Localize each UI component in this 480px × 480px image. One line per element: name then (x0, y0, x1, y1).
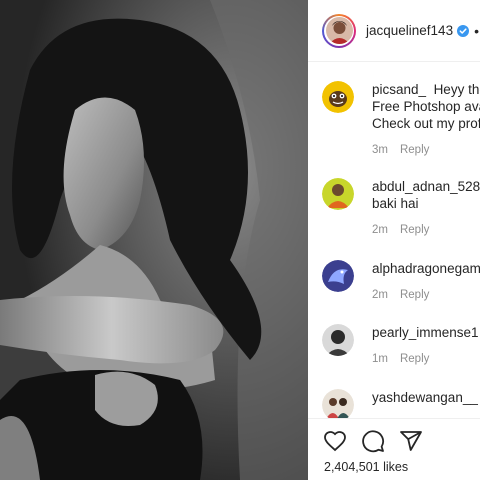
comment-username[interactable]: pearly_immense1 (372, 324, 480, 341)
verified-badge-icon (457, 24, 470, 37)
reply-button[interactable]: Reply (400, 353, 429, 365)
comment-timestamp: 1m (372, 353, 388, 365)
comment-username[interactable]: yashdewangan__ (372, 389, 480, 406)
author-username[interactable]: jacquelinef143 (366, 23, 453, 38)
reply-button[interactable]: Reply (400, 224, 429, 236)
comment-timestamp: 3m (372, 144, 388, 156)
comment-icon[interactable] (361, 429, 385, 453)
silhouette-avatar[interactable] (322, 324, 354, 356)
comment-username[interactable]: abdul_adnan_528 (372, 179, 480, 194)
heart-icon[interactable] (323, 429, 347, 453)
reply-button[interactable]: Reply (400, 289, 429, 301)
comment-text: baki hai (372, 196, 419, 211)
post-photo[interactable] (0, 0, 308, 480)
portrait-photo (0, 0, 308, 480)
more-options-icon[interactable]: • (474, 24, 479, 38)
like-count[interactable]: 2,404,501 likes (324, 460, 408, 474)
comments-list: picsand_ Heyy ther Free Photshop avai Ch… (308, 63, 480, 418)
share-icon[interactable] (399, 429, 423, 453)
comment-text: Heyy ther (433, 82, 480, 97)
author-avatar-image (325, 17, 353, 44)
couple-avatar[interactable] (322, 389, 354, 418)
comment-timestamp: 2m (372, 289, 388, 301)
author-avatar[interactable] (322, 13, 356, 48)
post-actions-bar: 2,404,501 likes (308, 418, 480, 480)
comment-text: Free Photshop avai (372, 99, 480, 114)
comment-timestamp: 2m (372, 224, 388, 236)
comment-text: Check out my profi (372, 116, 480, 131)
person-avatar[interactable] (322, 178, 354, 210)
post-header: jacquelinef143 • (308, 0, 480, 62)
dragon-avatar[interactable] (322, 260, 354, 292)
cartoon-avatar[interactable] (322, 81, 354, 113)
comment-username[interactable]: picsand_ (372, 82, 426, 97)
comment-username[interactable]: alphadragonegam (372, 260, 480, 277)
reply-button[interactable]: Reply (400, 144, 429, 156)
post-side-panel: jacquelinef143 • picsand_ Heyy th Free P… (308, 0, 480, 480)
